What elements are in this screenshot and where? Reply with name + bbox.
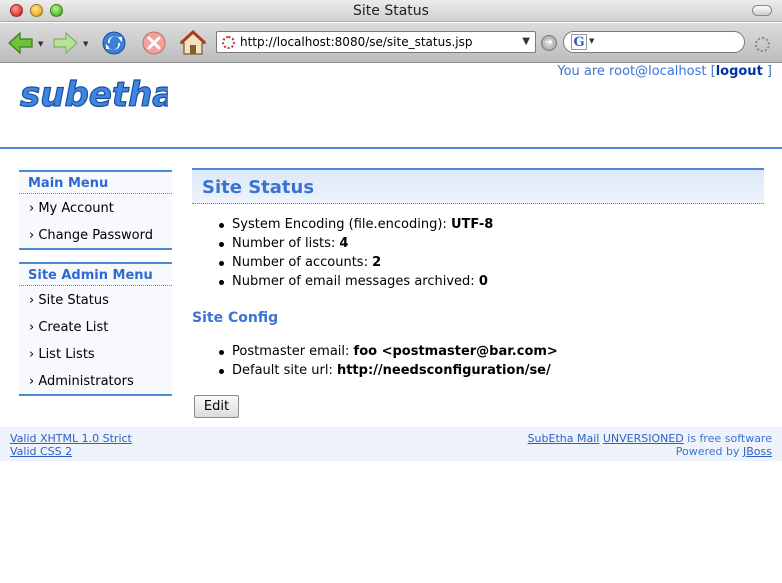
list-item: System Encoding (file.encoding): UTF-8 xyxy=(218,217,494,236)
fact-value: foo <postmaster@bar.com> xyxy=(353,344,558,359)
url-history-dropdown-icon[interactable]: ▼ xyxy=(522,36,530,47)
back-history-dropdown-icon[interactable]: ▼ xyxy=(38,40,43,48)
site-admin-menu-divider xyxy=(19,394,172,396)
forward-arrow-icon xyxy=(53,31,78,55)
fact-value: 0 xyxy=(478,274,488,289)
search-bar[interactable]: G ▼ xyxy=(563,31,745,53)
subetha-logo-icon: subetha xyxy=(19,74,175,115)
main-menu-title: Main Menu xyxy=(19,170,172,194)
search-engine-dropdown-icon[interactable]: ▼ xyxy=(589,37,594,45)
user-status: You are root@localhost [logout ] xyxy=(557,64,772,79)
stop-icon xyxy=(142,31,166,55)
forward-history-dropdown-icon[interactable]: ▼ xyxy=(83,40,88,48)
footer-validation: Valid XHTML 1.0 Strict Valid CSS 2 xyxy=(10,432,132,458)
logo-wordmark: subetha xyxy=(20,75,168,115)
reload-icon xyxy=(102,31,126,55)
main-menu: Main Menu › My Account › Change Password xyxy=(19,170,172,250)
window-titlebar: Site Status xyxy=(0,0,782,22)
valid-css-link[interactable]: Valid CSS 2 xyxy=(10,445,72,458)
browser-toolbar: ▼ ▼ http://localhost:8080/se/site_status… xyxy=(0,23,782,63)
user-identity-text: You are root@localhost [ xyxy=(557,64,716,79)
version-link[interactable]: UNVERSIONED xyxy=(603,432,684,445)
stop-button[interactable] xyxy=(139,28,169,58)
page-footer: Valid XHTML 1.0 Strict Valid CSS 2 SubEt… xyxy=(0,427,782,461)
list-item: Default site url: http://needsconfigurat… xyxy=(219,363,558,382)
list-item: Nubmer of email messages archived: 0 xyxy=(218,274,493,293)
sidebar-item-list-lists[interactable]: › List Lists xyxy=(19,340,172,367)
forward-button[interactable] xyxy=(50,28,80,58)
toolbar-toggle-button[interactable] xyxy=(752,5,772,16)
sidebar-item-administrators[interactable]: › Administrators xyxy=(19,367,172,394)
address-bar-url[interactable]: http://localhost:8080/se/site_status.jsp xyxy=(240,35,473,49)
site-config-heading: Site Config xyxy=(192,310,279,326)
footer-credits: SubEtha Mail UNVERSIONED is free softwar… xyxy=(528,432,772,458)
fact-label: Default site url: xyxy=(232,363,337,378)
sidebar-item-change-password[interactable]: › Change Password xyxy=(19,221,172,248)
main-menu-divider xyxy=(19,248,172,250)
home-button[interactable] xyxy=(178,28,208,58)
home-icon xyxy=(179,29,207,55)
powered-by-text: Powered by xyxy=(675,445,744,458)
list-item: Number of accounts: 2 xyxy=(218,255,493,274)
page-title-bar: Site Status xyxy=(192,168,764,204)
site-admin-menu-title: Site Admin Menu xyxy=(19,262,172,286)
sidebar-item-site-status[interactable]: › Site Status xyxy=(19,286,172,313)
back-button[interactable] xyxy=(6,28,36,58)
address-bar[interactable]: http://localhost:8080/se/site_status.jsp… xyxy=(216,31,536,53)
jboss-link[interactable]: JBoss xyxy=(743,445,772,458)
fact-label: Number of lists: xyxy=(232,236,340,251)
user-identity-suffix: ] xyxy=(762,64,772,79)
fact-value: 2 xyxy=(372,255,382,270)
subetha-logo[interactable]: subetha xyxy=(18,74,175,116)
fact-label: Nubmer of email messages archived: xyxy=(232,274,479,289)
go-button[interactable]: ➜ xyxy=(541,35,557,51)
fact-label: Postmaster email: xyxy=(232,344,354,359)
fact-value: 4 xyxy=(339,236,349,251)
free-software-text: is free software xyxy=(683,432,772,445)
sidebar-item-my-account[interactable]: › My Account xyxy=(19,194,172,221)
reload-button[interactable] xyxy=(99,28,129,58)
fact-label: Number of accounts: xyxy=(232,255,373,270)
logout-link[interactable]: logout xyxy=(716,64,763,79)
go-arrow-icon: ➜ xyxy=(544,37,554,48)
activity-throbber-icon xyxy=(755,37,770,52)
window-title: Site Status xyxy=(353,3,429,19)
site-admin-menu: Site Admin Menu › Site Status › Create L… xyxy=(19,262,172,396)
valid-xhtml-link[interactable]: Valid XHTML 1.0 Strict xyxy=(10,432,132,445)
edit-button[interactable]: Edit xyxy=(194,395,239,418)
page-loading-icon xyxy=(222,36,235,49)
fact-value: UTF-8 xyxy=(450,217,494,232)
list-item: Number of lists: 4 xyxy=(218,236,493,255)
sidebar-item-create-list[interactable]: › Create List xyxy=(19,313,172,340)
subetha-mail-link[interactable]: SubEtha Mail xyxy=(528,432,600,445)
site-status-list: System Encoding (file.encoding): UTF-8 N… xyxy=(218,217,494,293)
list-item: Postmaster email: foo <postmaster@bar.co… xyxy=(219,344,558,363)
fact-label: System Encoding (file.encoding): xyxy=(232,217,451,232)
web-page: subetha You are root@localhost [logout ]… xyxy=(0,64,782,583)
page-title: Site Status xyxy=(202,177,315,198)
google-search-engine-icon[interactable]: G xyxy=(571,34,587,50)
header-divider xyxy=(0,147,782,149)
fact-value: http://needsconfiguration/se/ xyxy=(336,363,551,378)
site-config-list: Postmaster email: foo <postmaster@bar.co… xyxy=(219,344,558,382)
back-arrow-icon xyxy=(8,31,33,55)
